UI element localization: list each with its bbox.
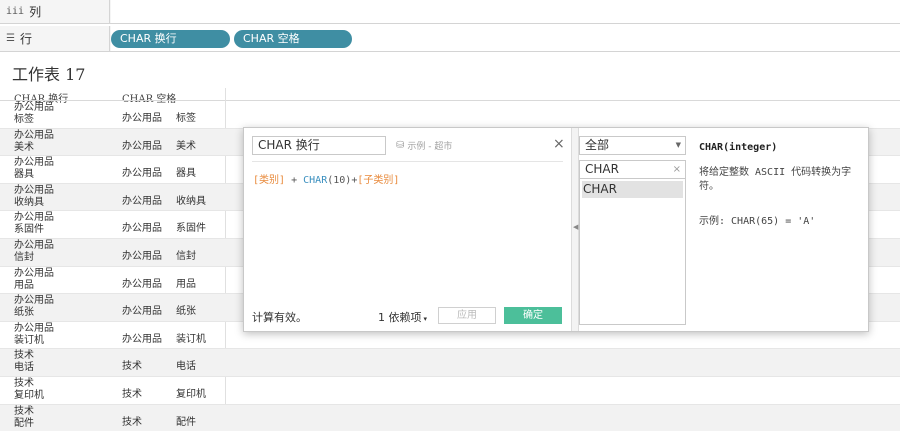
formula-field-subcategory: [子类别] [357, 175, 400, 186]
columns-drop-area[interactable] [111, 0, 900, 23]
database-icon: ⛁ [396, 140, 405, 151]
calc-datasource: ⛁ 示例 - 超市 [396, 139, 452, 152]
row-header-line2: 系固件 [14, 224, 44, 236]
row-header-line1: 技术 [14, 377, 34, 389]
cell-category: 办公用品 [122, 223, 162, 235]
calc-status: 计算有效。 [252, 311, 307, 324]
cell-category: 技术 [122, 361, 142, 373]
cell-category: 技术 [122, 388, 142, 400]
cell-subcategory: 收纳具 [176, 195, 206, 207]
cell-category: 办公用品 [122, 140, 162, 152]
rows-shelf-label: ☰ 行 [0, 26, 110, 51]
cell-subcategory: 纸张 [176, 306, 196, 318]
row-header-line2: 用品 [14, 279, 34, 291]
sheet-title: 工作表 17 [12, 65, 86, 84]
function-reference-pane: 全部 ▼ CHAR × CHAR CHAR(integer) 将给定整数 ASC… [579, 128, 868, 331]
function-description: 将给定整数 ASCII 代码转换为字符。 [699, 167, 852, 192]
rows-label-text: 行 [19, 32, 32, 46]
cell-category: 办公用品 [122, 250, 162, 262]
cell-subcategory: 复印机 [176, 388, 206, 400]
table-row[interactable]: 技术 电话 技术 电话 [0, 349, 900, 377]
row-header-line1: 办公用品 [14, 212, 54, 224]
pill-char-space[interactable]: CHAR 空格 [234, 30, 352, 48]
rows-icon: ☰ [6, 33, 15, 44]
formula-editor[interactable]: [类别] + CHAR(10)+[子类别] [253, 171, 399, 186]
function-category-select[interactable]: 全部 ▼ [579, 136, 686, 155]
pane-splitter[interactable]: ◀ [571, 128, 579, 331]
row-header-line1: 技术 [14, 350, 34, 362]
row-header-line2: 信封 [14, 251, 34, 263]
row-header-line1: 办公用品 [14, 157, 54, 169]
cell-category: 办公用品 [122, 195, 162, 207]
calc-datasource-label: 示例 - 超市 [407, 142, 453, 152]
formula-function: CHAR [303, 175, 328, 186]
cell-category: 技术 [122, 416, 142, 428]
cell-subcategory: 配件 [176, 416, 196, 428]
row-header-line2: 美术 [14, 141, 34, 153]
dependencies-label: 1 依赖项 [378, 311, 422, 324]
function-example: 示例: CHAR(65) = 'A' [699, 216, 816, 227]
cell-subcategory: 器具 [176, 168, 196, 180]
columns-label-text: 列 [29, 5, 42, 19]
row-header-line1: 办公用品 [14, 184, 54, 196]
table-row[interactable]: 技术 复印机 技术 复印机 [0, 377, 900, 405]
cell-category: 办公用品 [122, 168, 162, 180]
row-header-line1: 办公用品 [14, 102, 54, 113]
clear-search-icon[interactable]: × [673, 161, 681, 178]
row-header-line1: 技术 [14, 405, 34, 417]
row-header-line2: 纸张 [14, 307, 34, 319]
row-header-line1: 办公用品 [14, 267, 54, 279]
calc-name-input[interactable]: CHAR 换行 [252, 136, 386, 155]
cell-category: 办公用品 [122, 333, 162, 345]
cell-subcategory: 系固件 [176, 223, 206, 235]
function-list: CHAR [579, 179, 686, 325]
row-header-line2: 标签 [14, 114, 34, 125]
cell-subcategory: 信封 [176, 250, 196, 262]
table-row[interactable]: 技术 配件 技术 配件 [0, 404, 900, 431]
cell-category: 办公用品 [122, 113, 162, 124]
columns-shelf-label: iii 列 [0, 0, 110, 23]
row-header-line1: 办公用品 [14, 295, 54, 307]
cell-category: 办公用品 [122, 306, 162, 318]
collapse-arrow-icon[interactable]: ◀ [573, 223, 578, 231]
cell-subcategory: 电话 [176, 361, 196, 373]
row-header-line2: 配件 [14, 417, 34, 429]
cell-subcategory: 美术 [176, 140, 196, 152]
cell-subcategory: 装订机 [176, 333, 206, 345]
table-row[interactable]: 办公用品 标签 办公用品 标签 [0, 101, 900, 129]
row-header-line1: 办公用品 [14, 129, 54, 141]
row-header-line2: 器具 [14, 169, 34, 181]
caret-down-icon: ▾ [423, 315, 428, 323]
calculation-editor: CHAR 换行 ⛁ 示例 - 超市 × [类别] + CHAR(10)+[子类别… [243, 127, 869, 332]
row-header-line1: 办公用品 [14, 322, 54, 334]
rows-drop-area[interactable]: CHAR 换行 CHAR 空格 [111, 26, 900, 51]
formula-args: (10) [327, 175, 352, 186]
calc-editor-pane: CHAR 换行 ⛁ 示例 - 超市 × [类别] + CHAR(10)+[子类别… [244, 128, 571, 331]
function-list-item[interactable]: CHAR [582, 181, 683, 198]
row-header-line2: 装订机 [14, 334, 44, 346]
formula-field-category: [类别] [253, 175, 286, 186]
columns-icon: iii [6, 6, 25, 17]
close-icon[interactable]: × [553, 136, 565, 152]
function-signature: CHAR(integer) [699, 142, 778, 153]
formula-operator: + [291, 175, 298, 186]
rows-shelf: ☰ 行 CHAR 换行 CHAR 空格 [0, 26, 900, 52]
chevron-down-icon: ▼ [675, 141, 681, 149]
function-search-value: CHAR [585, 162, 619, 176]
row-header-line2: 收纳具 [14, 196, 44, 208]
columns-shelf: iii 列 [0, 0, 900, 24]
pill-char-newline[interactable]: CHAR 换行 [111, 30, 230, 48]
row-header-line1: 办公用品 [14, 239, 54, 251]
dependencies-dropdown[interactable]: 1 依赖项 ▾ [378, 309, 427, 325]
ok-button[interactable]: 确定 [504, 307, 562, 324]
cell-subcategory: 用品 [176, 278, 196, 290]
apply-button[interactable]: 应用 [438, 307, 496, 324]
row-header-line2: 电话 [14, 362, 34, 374]
function-search-input[interactable]: CHAR × [579, 160, 686, 179]
function-category-value: 全部 [585, 138, 610, 152]
cell-subcategory: 标签 [176, 113, 196, 124]
row-header-line2: 复印机 [14, 389, 44, 401]
cell-category: 办公用品 [122, 278, 162, 290]
calc-header-divider [252, 161, 563, 162]
